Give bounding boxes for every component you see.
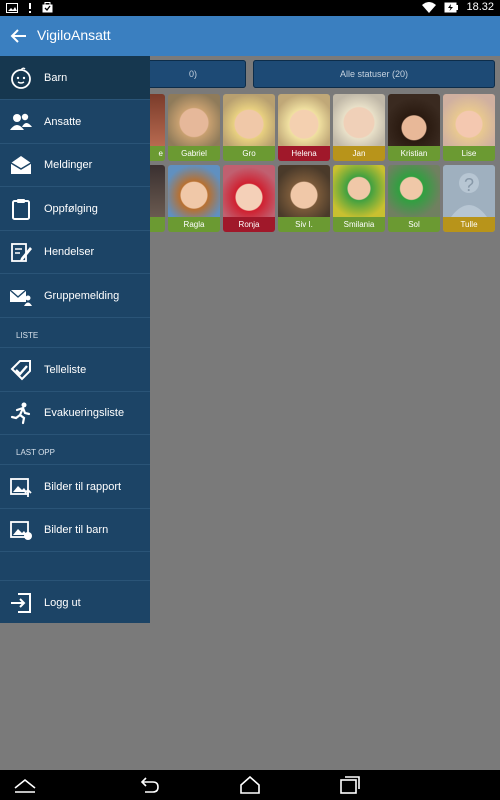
child-card[interactable]: Sol	[388, 165, 440, 232]
drawer-item-label: Meldinger	[44, 158, 93, 171]
child-photo	[333, 165, 385, 217]
bag-notification-icon	[42, 2, 53, 13]
drawer-item-label: Bilder til rapport	[44, 480, 122, 493]
child-name: Helena	[278, 146, 330, 161]
clipboard-icon	[12, 198, 30, 220]
child-card[interactable]: Kristian	[388, 94, 440, 161]
drawer-item-telleliste[interactable]: Telleliste	[0, 347, 150, 392]
drawer-item-bilder-til-rapport[interactable]: Bilder til rapport	[0, 464, 150, 509]
child-card[interactable]: Helena	[278, 94, 330, 161]
system-navigation-bar	[0, 770, 500, 800]
child-card[interactable]: Jan	[333, 94, 385, 161]
child-photo	[168, 94, 220, 146]
image-upload-icon	[10, 477, 32, 497]
logout-label: Logg ut	[44, 596, 81, 609]
child-name: Gro	[223, 146, 275, 161]
check-tag-icon	[10, 359, 31, 380]
child-photo	[168, 165, 220, 217]
child-card[interactable]: Siv I.	[278, 165, 330, 232]
child-card[interactable]: Gabriel	[168, 94, 220, 161]
filter-group-button[interactable]: 0)	[140, 60, 246, 88]
drawer-item-barn[interactable]: Barn	[0, 56, 150, 100]
drawer-item-meldinger[interactable]: Meldinger	[0, 143, 150, 187]
child-name: Gabriel	[168, 146, 220, 161]
logout-icon	[11, 592, 31, 613]
child-card[interactable]: Lise	[443, 94, 495, 161]
child-photo	[278, 165, 330, 217]
status-time: 18.32	[466, 1, 494, 13]
filter-group-label: 0)	[188, 69, 197, 79]
home-nav-icon[interactable]	[238, 776, 262, 794]
child-photo	[223, 165, 275, 217]
drawer-item-bilder-til-barn[interactable]: Bilder til barn	[0, 508, 150, 552]
svg-text:?: ?	[464, 175, 474, 195]
child-name: Jan	[333, 146, 385, 161]
child-card[interactable]: Ragla	[168, 165, 220, 232]
child-photo	[278, 94, 330, 146]
people-icon	[10, 113, 32, 130]
app-bar: VigiloAnsatt	[0, 16, 500, 56]
filter-status-button[interactable]: Alle statuser (20)	[253, 60, 495, 88]
child-name: Siv I.	[278, 217, 330, 232]
running-person-icon	[10, 402, 31, 424]
drawer-item-label: Evakueringsliste	[44, 406, 125, 419]
drawer-item-evakueringsliste[interactable]: Evakueringsliste	[0, 391, 150, 435]
child-name: Sol	[388, 217, 440, 232]
child-name: Ronja	[223, 217, 275, 232]
battery-charging-icon	[444, 2, 459, 12]
drawer-item-label: Hendelser	[44, 245, 95, 258]
logout-button[interactable]: Logg ut	[0, 580, 150, 624]
image-child-icon	[10, 520, 32, 540]
wifi-icon	[422, 1, 437, 13]
child-name: Ragla	[168, 217, 220, 232]
app-title: VigiloAnsatt	[37, 27, 111, 43]
envelope-open-icon	[10, 155, 32, 174]
child-card[interactable]: ? Tulle	[443, 165, 495, 232]
alert-notification-icon	[29, 2, 31, 13]
drawer-item-hendelser[interactable]: Hendelser	[0, 230, 150, 274]
drawer-item-label: Ansatte	[44, 115, 82, 128]
child-photo	[333, 94, 385, 146]
status-bar: 18.32	[0, 0, 500, 16]
drawer-item-label: Gruppemelding	[44, 289, 120, 302]
drawer-item-label: Oppfølging	[44, 202, 98, 215]
recents-nav-icon[interactable]	[338, 776, 362, 794]
child-card[interactable]: Gro	[223, 94, 275, 161]
child-photo	[388, 165, 440, 217]
child-name: Tulle	[443, 217, 495, 232]
navigation-drawer: Barn Ansatte Meldinger Oppfølging Hendel…	[0, 56, 150, 623]
edit-note-icon	[11, 242, 32, 262]
section-header-last-opp: LAST OPP	[16, 448, 55, 457]
child-name: Smilania	[333, 217, 385, 232]
back-nav-icon[interactable]	[137, 776, 161, 794]
drawer-item-oppfolging[interactable]: Oppfølging	[0, 187, 150, 231]
baby-face-icon	[11, 67, 31, 89]
hide-nav-icon[interactable]	[13, 776, 37, 794]
section-header-liste: LISTE	[16, 331, 39, 340]
back-arrow-icon[interactable]	[10, 26, 28, 46]
child-photo	[443, 94, 495, 146]
child-photo	[223, 94, 275, 146]
child-name: Lise	[443, 146, 495, 161]
child-card[interactable]: Ronja	[223, 165, 275, 232]
child-name: Kristian	[388, 146, 440, 161]
image-notification-icon	[6, 2, 18, 13]
drawer-item-label: Bilder til barn	[44, 523, 109, 536]
mail-group-icon	[9, 288, 32, 306]
drawer-item-label: Barn	[44, 71, 68, 84]
child-card[interactable]: Smilania	[333, 165, 385, 232]
drawer-item-ansatte[interactable]: Ansatte	[0, 100, 150, 144]
drawer-item-label: Telleliste	[44, 363, 87, 376]
placeholder-avatar-icon: ?	[443, 165, 495, 217]
drawer-item-gruppemelding[interactable]: Gruppemelding	[0, 274, 150, 318]
child-photo	[388, 94, 440, 146]
filter-status-label: Alle statuser (20)	[339, 69, 409, 79]
